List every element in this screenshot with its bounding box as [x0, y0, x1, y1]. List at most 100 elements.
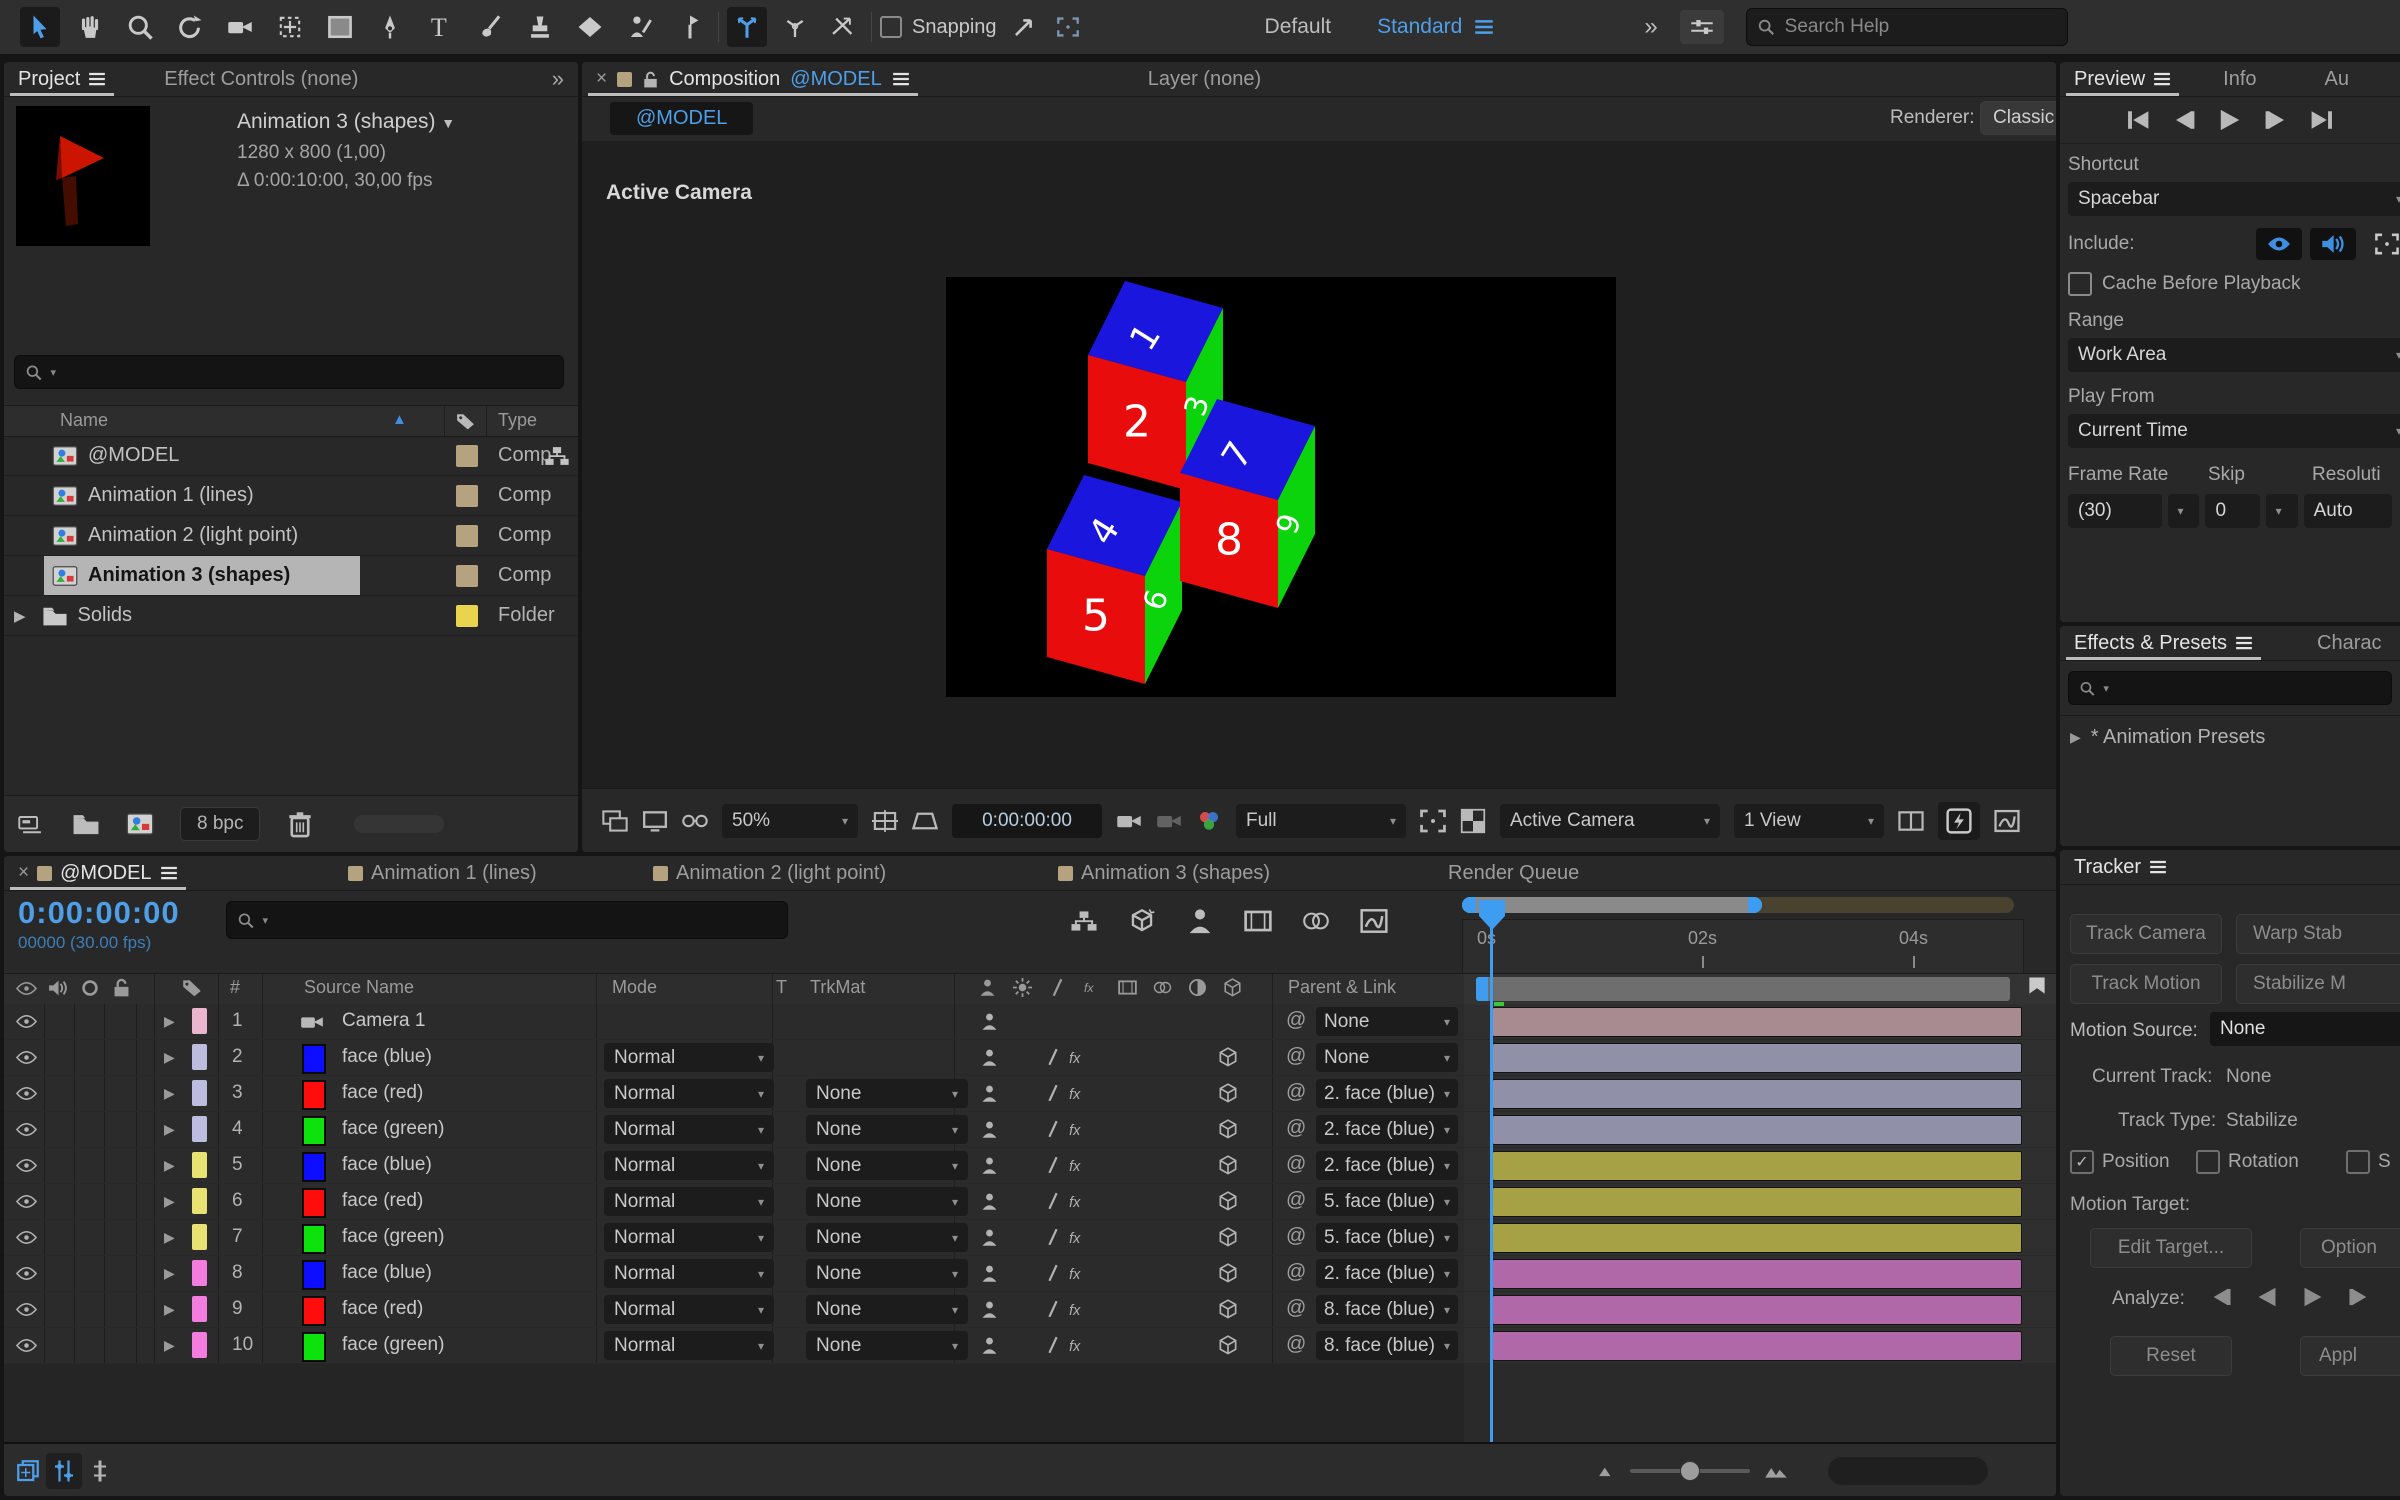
layer-row-5[interactable]: ▶ 5 face (blue) Normal ▾ None ▾ fx @2. face (blu…: [4, 1148, 2056, 1183]
skip-dropdown[interactable]: 0: [2205, 494, 2260, 528]
switch-3d-icon[interactable]: [1223, 978, 1242, 997]
tab-tracker[interactable]: Tracker: [2060, 850, 2181, 884]
layer-shy-icon[interactable]: [980, 1300, 999, 1319]
new-folder-icon[interactable]: [72, 810, 100, 838]
layer-3d-icon[interactable]: [1218, 1299, 1238, 1319]
shared-view-icon[interactable]: [1898, 808, 1924, 834]
layer-quality-icon[interactable]: [1044, 1192, 1062, 1210]
tool-camera-icon[interactable]: [220, 7, 260, 47]
transparency-grid-icon[interactable]: [1460, 808, 1486, 834]
layer-shy-icon[interactable]: [980, 1192, 999, 1211]
playhead-marker[interactable]: [1477, 898, 1507, 937]
label-column-icon[interactable]: [456, 412, 475, 431]
effects-search-input[interactable]: [2116, 676, 2381, 700]
timeline-tab-animation-2-light-point-[interactable]: Animation 2 (light point): [639, 856, 900, 890]
trash-icon[interactable]: [286, 810, 314, 838]
expand-arrow-icon[interactable]: ▶: [14, 607, 26, 625]
draft-3d-icon[interactable]: [1128, 907, 1156, 935]
viewer-area[interactable]: Active Camera 123456789: [582, 141, 2056, 788]
layer-fx-icon[interactable]: fx: [1068, 1083, 1090, 1105]
layer-3d-icon[interactable]: [1218, 1335, 1238, 1355]
tool-type-icon[interactable]: T: [420, 7, 460, 47]
layer-expand-arrow[interactable]: ▶: [164, 1337, 175, 1354]
tab-audio[interactable]: Au: [2311, 62, 2363, 96]
parent-pickwhip-icon[interactable]: @: [1286, 1225, 1306, 1248]
layer-mode-dropdown[interactable]: Normal ▾: [604, 1115, 774, 1144]
tool-brush-icon[interactable]: [470, 7, 510, 47]
interpret-footage-icon[interactable]: [18, 810, 46, 838]
tracker-analyze-backward-button[interactable]: [2256, 1286, 2278, 1308]
parent-pickwhip-icon[interactable]: @: [1286, 1081, 1306, 1104]
layer-parent-dropdown[interactable]: 2. face (blue) ▾: [1316, 1079, 1458, 1108]
parent-pickwhip-icon[interactable]: @: [1286, 1117, 1306, 1140]
layer-duration-bar[interactable]: [1492, 1295, 2022, 1325]
layer-parent-dropdown[interactable]: 8. face (blue) ▾: [1316, 1295, 1458, 1324]
layer-fx-icon[interactable]: fx: [1068, 1155, 1090, 1177]
layer-quality-icon[interactable]: [1044, 1156, 1062, 1174]
switch-adjustment-icon[interactable]: [1188, 978, 1207, 997]
video-column-icon[interactable]: [16, 978, 37, 999]
motion-blur-icon[interactable]: [1302, 907, 1330, 935]
toolbar-overflow-chevrons[interactable]: »: [1644, 13, 1657, 41]
layer-shy-icon[interactable]: [980, 1048, 999, 1067]
include-overlays-icon[interactable]: [2364, 228, 2400, 260]
new-composition-icon[interactable]: [126, 810, 154, 838]
layer-visibility-icon[interactable]: [16, 1191, 37, 1212]
column-type[interactable]: Type: [498, 410, 537, 431]
layer-label-swatch[interactable]: [192, 1116, 207, 1142]
audio-column-icon[interactable]: [48, 978, 68, 998]
track-camera-button[interactable]: Track Camera: [2070, 914, 2222, 954]
layer-duration-bar[interactable]: [1492, 1007, 2022, 1037]
help-search-input[interactable]: [1782, 15, 2057, 39]
layer-row-6[interactable]: ▶ 6 face (red) Normal ▾ None ▾ fx @5. face (blue…: [4, 1184, 2056, 1219]
viewer-timecode[interactable]: 0:00:00:00: [952, 803, 1102, 838]
layer-trkmat-dropdown[interactable]: None ▾: [806, 1223, 968, 1252]
main-view-icon[interactable]: [642, 808, 668, 834]
layer-name[interactable]: face (green): [342, 1118, 444, 1140]
apply-button[interactable]: Appl: [2300, 1336, 2400, 1376]
timeline-zoom-slider[interactable]: [1630, 1461, 1750, 1481]
layer-visibility-icon[interactable]: [16, 1119, 37, 1140]
project-item-solids[interactable]: ▶ Solids Folder: [4, 596, 578, 636]
layer-3d-icon[interactable]: [1218, 1119, 1238, 1139]
time-ruler[interactable]: 0s 02s 04s: [1462, 919, 2024, 975]
layer-label-swatch[interactable]: [192, 1188, 207, 1214]
tab-effect-controls[interactable]: Effect Controls (none): [150, 62, 372, 96]
parent-pickwhip-icon[interactable]: @: [1286, 1045, 1306, 1068]
layer-visibility-icon[interactable]: [16, 1083, 37, 1104]
layer-visibility-icon[interactable]: [16, 1335, 37, 1356]
tracker-analyze-backward-frame-button[interactable]: [2210, 1286, 2232, 1308]
layer-label-swatch[interactable]: [192, 1008, 207, 1034]
layer-expand-arrow[interactable]: ▶: [164, 1157, 175, 1174]
tool-roto-brush-icon[interactable]: [620, 7, 660, 47]
panel-menu-icon[interactable]: [2153, 70, 2171, 88]
timeline-tab--model[interactable]: × @MODEL: [4, 856, 192, 890]
mini-flowchart-icon[interactable]: [1070, 907, 1098, 935]
layer-shy-icon[interactable]: [980, 1012, 999, 1031]
frame-rate-dropdown[interactable]: (30): [2068, 494, 2162, 528]
effects-category-row[interactable]: ▶ * Animation Presets: [2060, 716, 2400, 759]
layer-name[interactable]: face (red): [342, 1298, 423, 1320]
flowchart-badge-icon[interactable]: [544, 443, 570, 469]
layer-fx-icon[interactable]: fx: [1068, 1227, 1090, 1249]
navigator-end-handle[interactable]: [1748, 897, 1762, 913]
layer-fx-icon[interactable]: fx: [1068, 1299, 1090, 1321]
layout-dropdown[interactable]: 1 View ▾: [1734, 803, 1884, 838]
resolution-dropdown[interactable]: Auto: [2303, 494, 2392, 528]
label-color-swatch[interactable]: [456, 524, 478, 547]
project-item-animation-1-lines-[interactable]: Animation 1 (lines) Comp: [4, 476, 578, 516]
switch-shy-icon[interactable]: [978, 978, 997, 997]
layer-row-7[interactable]: ▶ 7 face (green) Normal ▾ None ▾ fx @5. face (bl…: [4, 1220, 2056, 1255]
layer-shy-icon[interactable]: [980, 1120, 999, 1139]
layer-3d-icon[interactable]: [1218, 1263, 1238, 1283]
index-column-label[interactable]: #: [230, 977, 240, 998]
layer-label-swatch[interactable]: [192, 1044, 207, 1070]
layer-mode-dropdown[interactable]: Normal ▾: [604, 1295, 774, 1324]
column-parent-link[interactable]: Parent & Link: [1288, 977, 1396, 998]
tool-pan-behind-icon[interactable]: [270, 7, 310, 47]
project-item-animation-3-shapes-[interactable]: Animation 3 (shapes) Comp: [4, 556, 578, 596]
layer-parent-dropdown[interactable]: 2. face (blue) ▾: [1316, 1259, 1458, 1288]
range-dropdown[interactable]: Work Area ▾: [2068, 338, 2400, 372]
view-dropdown[interactable]: Active Camera ▾: [1500, 803, 1720, 838]
layer-label-swatch[interactable]: [192, 1224, 207, 1250]
